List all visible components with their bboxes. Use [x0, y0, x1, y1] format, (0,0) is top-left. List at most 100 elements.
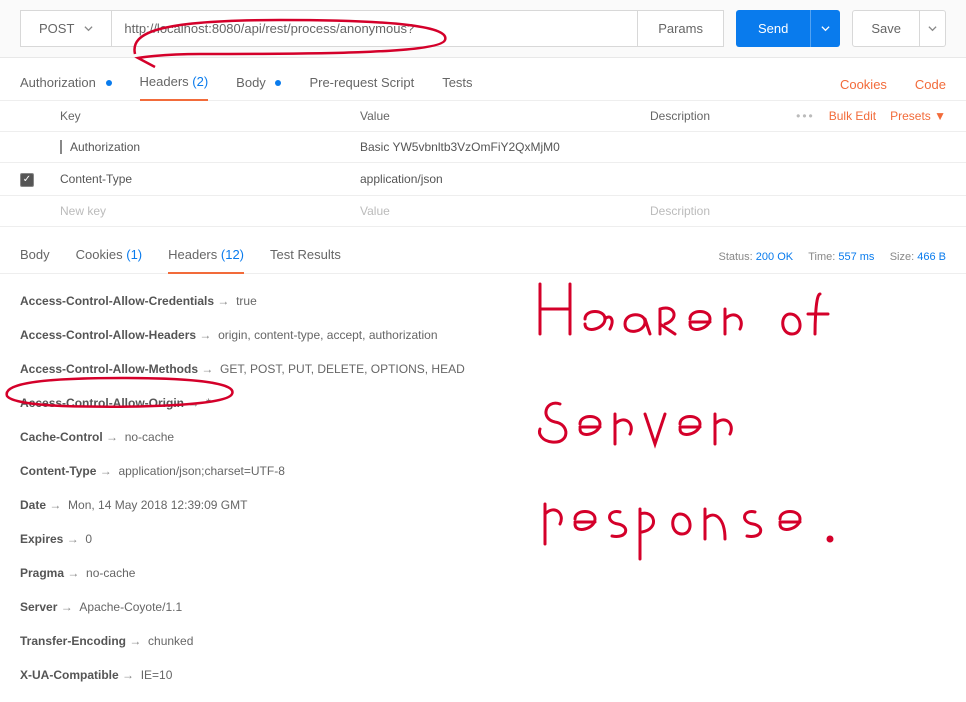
response-header-value: no-cache [86, 566, 135, 580]
chevron-down-icon [821, 24, 830, 33]
tab-label: Body [236, 75, 266, 90]
response-header-key: Access-Control-Allow-Credentials [20, 294, 214, 308]
response-header-key: Cache-Control [20, 430, 103, 444]
tab-count: (12) [221, 247, 244, 262]
header-key[interactable]: Content-Type [60, 172, 360, 186]
col-key-header: Key [60, 109, 360, 123]
response-header-row: Access-Control-Allow-Methods → GET, POST… [20, 352, 946, 386]
url-input[interactable]: http://localhost:8080/api/rest/process/a… [112, 10, 638, 47]
tab-label: Headers [140, 74, 189, 89]
tab-label: Headers [168, 247, 217, 262]
cookies-link[interactable]: Cookies [840, 77, 887, 92]
response-header-row: X-UA-Compatible → IE=10 [20, 658, 946, 692]
response-header-key: Server [20, 600, 57, 614]
response-header-row: Pragma → no-cache [20, 556, 946, 590]
response-header-value: GET, POST, PUT, DELETE, OPTIONS, HEAD [220, 362, 465, 376]
response-header-value: no-cache [125, 430, 174, 444]
response-header-row: Date → Mon, 14 May 2018 12:39:09 GMT [20, 488, 946, 522]
response-header-row: Cache-Control → no-cache [20, 420, 946, 454]
tab-headers[interactable]: Headers (2) [140, 68, 209, 101]
arrow-right-icon: → [199, 328, 211, 342]
response-meta: Status: 200 OK Time: 557 ms Size: 466 B [718, 251, 946, 263]
method-select[interactable]: POST [20, 10, 112, 47]
table-row-placeholder[interactable]: New key Value Description [0, 196, 966, 227]
tab-tests[interactable]: Tests [442, 69, 472, 100]
checkbox-checked-icon[interactable]: ✓ [20, 173, 34, 187]
arrow-right-icon: → [106, 430, 118, 444]
dot-icon [106, 80, 112, 86]
tab-resp-cookies[interactable]: Cookies (1) [76, 241, 142, 272]
response-header-key: Date [20, 498, 46, 512]
arrow-right-icon: → [201, 362, 213, 376]
table-row[interactable]: Authorization Basic YW5vbnltb3VzOmFiY2Qx… [0, 132, 966, 163]
response-header-key: Pragma [20, 566, 64, 580]
response-header-value: IE=10 [141, 668, 173, 682]
col-value-header: Value [360, 109, 650, 123]
arrow-right-icon: → [67, 532, 79, 546]
tab-body[interactable]: Body [236, 69, 281, 100]
response-header-value: true [236, 294, 257, 308]
arrow-right-icon: → [187, 396, 199, 410]
arrow-right-icon: → [217, 294, 229, 308]
save-dropdown[interactable] [920, 10, 946, 47]
tab-authorization[interactable]: Authorization [20, 69, 112, 100]
response-header-row: Transfer-Encoding → chunked [20, 624, 946, 658]
tab-resp-testresults[interactable]: Test Results [270, 241, 341, 272]
response-headers-list: Access-Control-Allow-Credentials → true A… [0, 274, 966, 702]
status-label: Status: [718, 251, 752, 263]
response-header-value: 0 [85, 532, 92, 546]
time-label: Time: [808, 251, 835, 263]
params-button[interactable]: Params [638, 10, 724, 47]
response-header-key: Content-Type [20, 464, 96, 478]
response-header-key: X-UA-Compatible [20, 668, 119, 682]
response-header-row: Access-Control-Allow-Origin → * [20, 386, 946, 420]
save-button[interactable]: Save [852, 10, 920, 47]
header-desc-placeholder[interactable]: Description [650, 204, 946, 218]
bulk-edit-link[interactable]: Bulk Edit [829, 109, 876, 123]
response-tabs: Body Cookies (1) Headers (12) Test Resul… [0, 227, 966, 274]
response-header-value: origin, content-type, accept, authorizat… [218, 328, 437, 342]
response-header-key: Access-Control-Allow-Headers [20, 328, 196, 342]
response-header-value: application/json;charset=UTF-8 [118, 464, 284, 478]
chevron-down-icon [928, 24, 937, 33]
tab-prerequest[interactable]: Pre-request Script [309, 69, 414, 100]
header-key-placeholder[interactable]: New key [60, 204, 360, 218]
header-value[interactable]: Basic YW5vbnltb3VzOmFiY2QxMjM0 [360, 140, 650, 154]
tab-resp-headers[interactable]: Headers (12) [168, 241, 244, 274]
response-header-row: Content-Type → application/json;charset=… [20, 454, 946, 488]
response-header-value: Mon, 14 May 2018 12:39:09 GMT [68, 498, 247, 512]
presets-dropdown[interactable]: Presets ▼ [890, 109, 946, 123]
tab-resp-body[interactable]: Body [20, 241, 50, 272]
dot-icon [275, 80, 281, 86]
response-header-row: Access-Control-Allow-Headers → origin, c… [20, 318, 946, 352]
response-header-row: Server → Apache-Coyote/1.1 [20, 590, 946, 624]
arrow-right-icon: → [67, 566, 79, 580]
response-header-key: Expires [20, 532, 63, 546]
send-button[interactable]: Send [736, 10, 810, 47]
arrow-right-icon: → [122, 668, 134, 682]
response-header-row: Expires → 0 [20, 522, 946, 556]
arrow-right-icon: → [100, 464, 112, 478]
header-value[interactable]: application/json [360, 172, 650, 186]
col-desc-header: Description [650, 109, 796, 123]
time-value: 557 ms [838, 251, 874, 263]
chevron-down-icon [84, 24, 93, 33]
response-header-value: * [206, 396, 211, 410]
response-header-value: chunked [148, 634, 193, 648]
response-header-key: Access-Control-Allow-Origin [20, 396, 184, 410]
send-dropdown[interactable] [810, 10, 840, 47]
table-row[interactable]: ✓ Content-Type application/json [0, 163, 966, 196]
more-icon[interactable]: ••• [796, 109, 815, 123]
status-value: 200 OK [756, 251, 793, 263]
tab-count: (1) [126, 247, 142, 262]
arrow-right-icon: → [49, 498, 61, 512]
arrow-right-icon: → [61, 600, 73, 614]
header-value-placeholder[interactable]: Value [360, 204, 650, 218]
code-link[interactable]: Code [915, 77, 946, 92]
size-label: Size: [890, 251, 914, 263]
response-header-value: Apache-Coyote/1.1 [79, 600, 182, 614]
header-key[interactable]: Authorization [60, 140, 360, 154]
tab-count: (2) [192, 74, 208, 89]
tab-label: Cookies [76, 247, 123, 262]
tab-label: Authorization [20, 75, 96, 90]
